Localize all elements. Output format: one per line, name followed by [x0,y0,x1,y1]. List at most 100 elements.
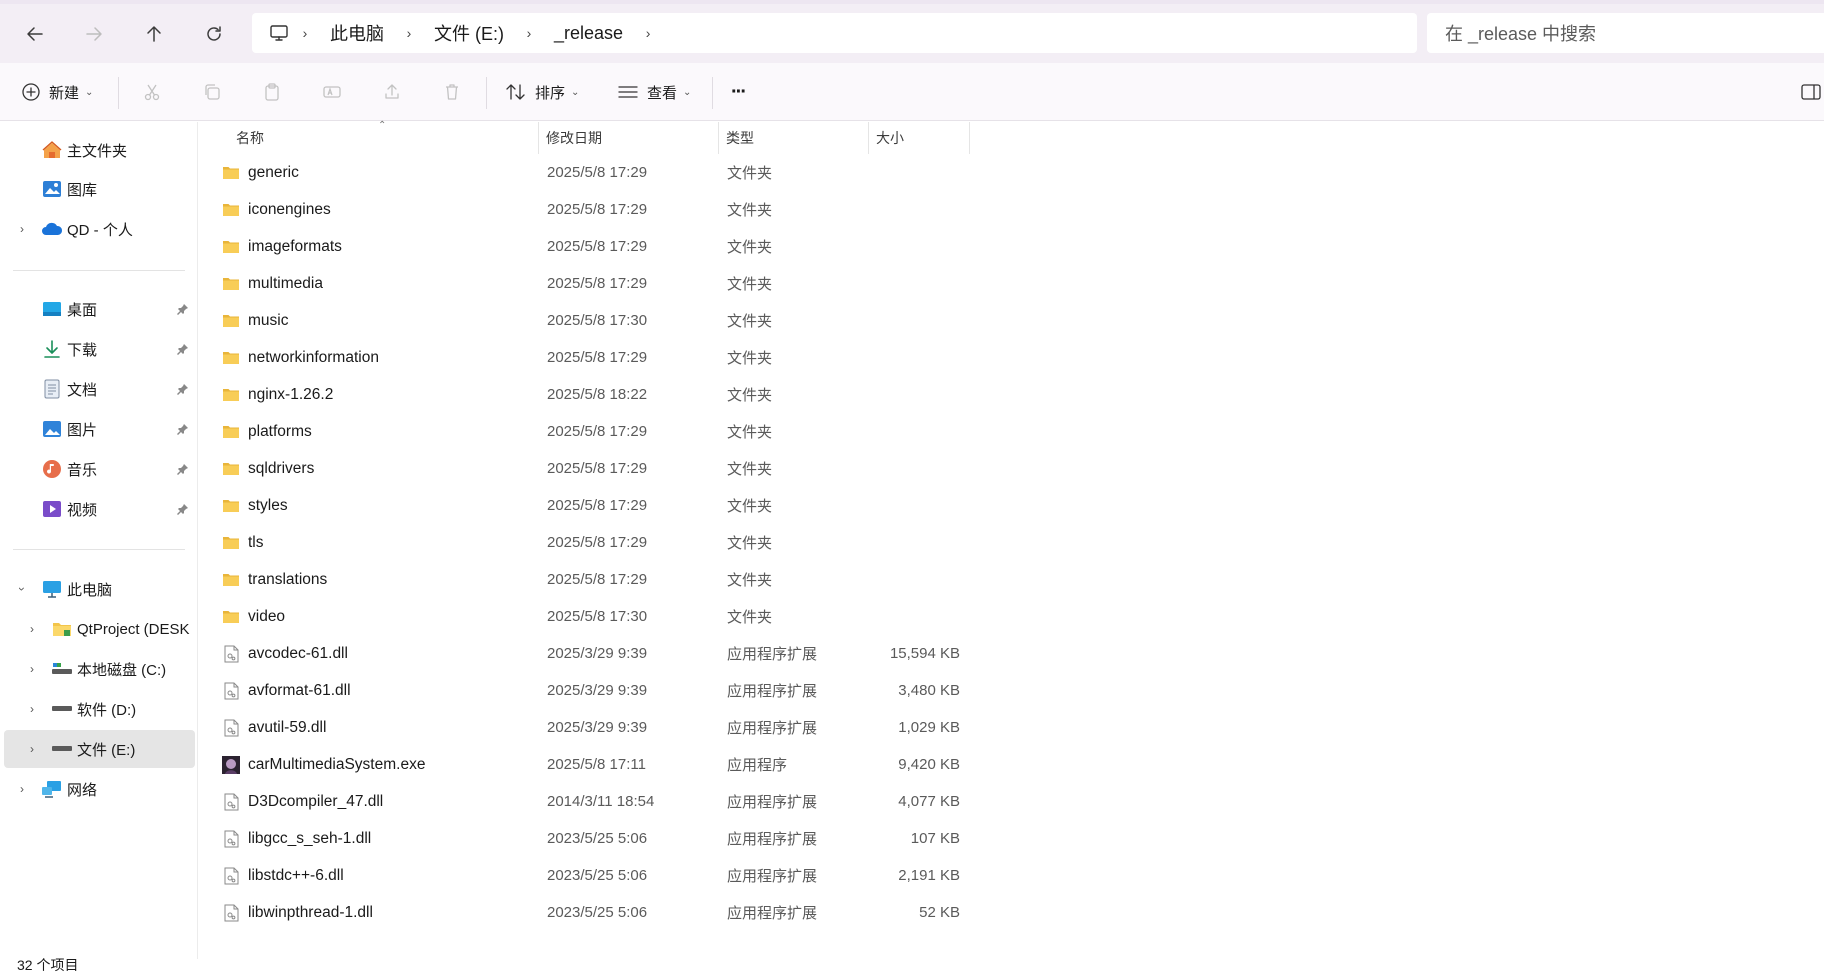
file-row[interactable]: styles 2025/5/8 17:29 文件夹 [198,487,970,524]
share-button[interactable] [379,79,405,105]
file-row[interactable]: libgcc_s_seh-1.dll 2023/5/25 5:06 应用程序扩展… [198,820,970,857]
chevron-right-icon[interactable]: › [25,662,39,676]
chevron-down-icon[interactable]: › [15,582,29,596]
file-row[interactable]: imageformats 2025/5/8 17:29 文件夹 [198,228,970,265]
file-row[interactable]: avutil-59.dll 2025/3/29 9:39 应用程序扩展 1,02… [198,709,970,746]
column-header-type[interactable]: 类型 [719,122,869,154]
column-header-size[interactable]: 大小 [869,122,970,154]
sidebar-item-downloads[interactable]: 下载 [4,330,195,368]
column-header-date[interactable]: 修改日期 [539,122,719,154]
sidebar-item-label: 图片 [67,421,98,439]
sidebar-item-label: 桌面 [67,301,98,319]
sidebar-item-home[interactable]: 主文件夹 [4,131,195,169]
breadcrumb-this-pc[interactable]: 此电脑 [320,20,394,46]
up-button[interactable] [136,16,172,52]
pin-icon[interactable] [176,462,190,476]
delete-button[interactable] [439,79,465,105]
refresh-button[interactable] [196,16,232,52]
sidebar-item-this-pc[interactable]: › 此电脑 [4,570,195,608]
forward-button[interactable] [76,16,112,52]
sidebar-item-network[interactable]: › 网络 [4,770,195,808]
file-name: avcodec-61.dll [248,644,348,662]
file-row[interactable]: platforms 2025/5/8 17:29 文件夹 [198,413,970,450]
pin-icon[interactable] [176,422,190,436]
new-button[interactable]: 新建 ⌄ [21,75,93,109]
breadcrumb-drive-e[interactable]: 文件 (E:) [424,20,514,46]
chevron-right-icon[interactable]: › [15,222,29,236]
file-type: 文件夹 [727,387,773,404]
chevron-right-icon[interactable]: › [514,25,544,41]
file-date: 2025/5/8 17:29 [547,349,648,366]
file-row[interactable]: music 2025/5/8 17:30 文件夹 [198,302,970,339]
file-type: 应用程序扩展 [727,868,818,885]
chevron-right-icon[interactable]: › [25,622,39,636]
sidebar-item-drive-d[interactable]: › 软件 (D:) [4,690,195,728]
file-row[interactable]: generic 2025/5/8 17:29 文件夹 [198,154,970,191]
file-row[interactable]: carMultimediaSystem.exe 2025/5/8 17:11 应… [198,746,970,783]
sidebar-item-desktop[interactable]: 桌面 [4,290,195,328]
file-row[interactable]: sqldrivers 2025/5/8 17:29 文件夹 [198,450,970,487]
copy-button[interactable] [199,79,225,105]
sidebar-item-label: QD - 个人 [67,221,133,239]
sidebar-item-videos[interactable]: 视频 [4,490,195,528]
arrow-left-icon [27,27,43,41]
file-row[interactable]: iconengines 2025/5/8 17:29 文件夹 [198,191,970,228]
file-row[interactable]: avformat-61.dll 2025/3/29 9:39 应用程序扩展 3,… [198,672,970,709]
pin-icon[interactable] [176,502,190,516]
back-button[interactable] [17,16,53,52]
search-input[interactable]: 在 _release 中搜索 [1427,13,1824,53]
sidebar-item-music[interactable]: 音乐 [4,450,195,488]
file-type: 应用程序扩展 [727,905,818,922]
column-header-name[interactable]: 名称 [198,122,539,154]
sidebar-item-drive-c[interactable]: › 本地磁盘 (C:) [4,650,195,688]
sidebar-item-qtproject[interactable]: › QtProject (DESK [4,610,195,648]
column-label: 类型 [726,130,754,146]
file-row[interactable]: D3Dcompiler_47.dll 2014/3/11 18:54 应用程序扩… [198,783,970,820]
pin-icon[interactable] [176,342,190,356]
file-date: 2025/5/8 17:29 [547,164,648,181]
file-row[interactable]: tls 2025/5/8 17:29 文件夹 [198,524,970,561]
sidebar-item-documents[interactable]: 文档 [4,370,195,408]
file-date: 2025/5/8 18:22 [547,386,648,403]
file-date: 2014/3/11 18:54 [547,793,655,810]
file-row[interactable]: nginx-1.26.2 2025/5/8 18:22 文件夹 [198,376,970,413]
pin-icon[interactable] [176,382,190,396]
details-pane-button[interactable] [1800,83,1822,101]
file-type: 应用程序扩展 [727,794,818,811]
file-date: 2025/3/29 9:39 [547,682,648,699]
chevron-right-icon[interactable]: › [15,782,29,796]
chevron-right-icon[interactable]: › [394,25,424,41]
chevron-right-icon[interactable]: › [25,702,39,716]
sidebar-item-label: 文档 [67,381,98,399]
plus-circle-icon [22,83,40,101]
address-bar[interactable]: › 此电脑 › 文件 (E:) › _release › [252,13,1417,53]
file-row[interactable]: libwinpthread-1.dll 2023/5/25 5:06 应用程序扩… [198,894,970,931]
view-button[interactable]: 查看 ⌄ [617,75,691,109]
sidebar-item-drive-e[interactable]: › 文件 (E:) [4,730,195,768]
paste-button[interactable] [259,79,285,105]
folder-icon [222,460,240,478]
file-row[interactable]: multimedia 2025/5/8 17:29 文件夹 [198,265,970,302]
file-row[interactable]: avcodec-61.dll 2025/3/29 9:39 应用程序扩展 15,… [198,635,970,672]
sidebar-item-gallery[interactable]: 图库 [4,170,195,208]
file-row[interactable]: libstdc++-6.dll 2023/5/25 5:06 应用程序扩展 2,… [198,857,970,894]
file-row[interactable]: video 2025/5/8 17:30 文件夹 [198,598,970,635]
chevron-right-icon[interactable]: › [633,25,663,41]
sidebar-item-pictures[interactable]: 图片 [4,410,195,448]
chevron-right-icon[interactable]: › [25,742,39,756]
sidebar-item-onedrive[interactable]: › QD - 个人 [4,210,195,248]
drive-icon [51,658,73,680]
breadcrumb-release[interactable]: _release [544,23,633,44]
document-icon [41,378,63,400]
cut-button[interactable] [139,79,165,105]
pin-icon[interactable] [176,302,190,316]
chevron-right-icon[interactable]: › [290,25,320,41]
file-list: generic 2025/5/8 17:29 文件夹 iconengines 2… [198,154,970,951]
sort-button[interactable]: 排序 ⌄ [505,75,579,109]
file-row[interactable]: translations 2025/5/8 17:29 文件夹 [198,561,970,598]
file-row[interactable]: networkinformation 2025/5/8 17:29 文件夹 [198,339,970,376]
file-type: 应用程序扩展 [727,683,818,700]
rename-button[interactable] [319,79,345,105]
search-placeholder: 在 _release 中搜索 [1445,24,1597,44]
more-button[interactable]: ··· [731,75,747,109]
